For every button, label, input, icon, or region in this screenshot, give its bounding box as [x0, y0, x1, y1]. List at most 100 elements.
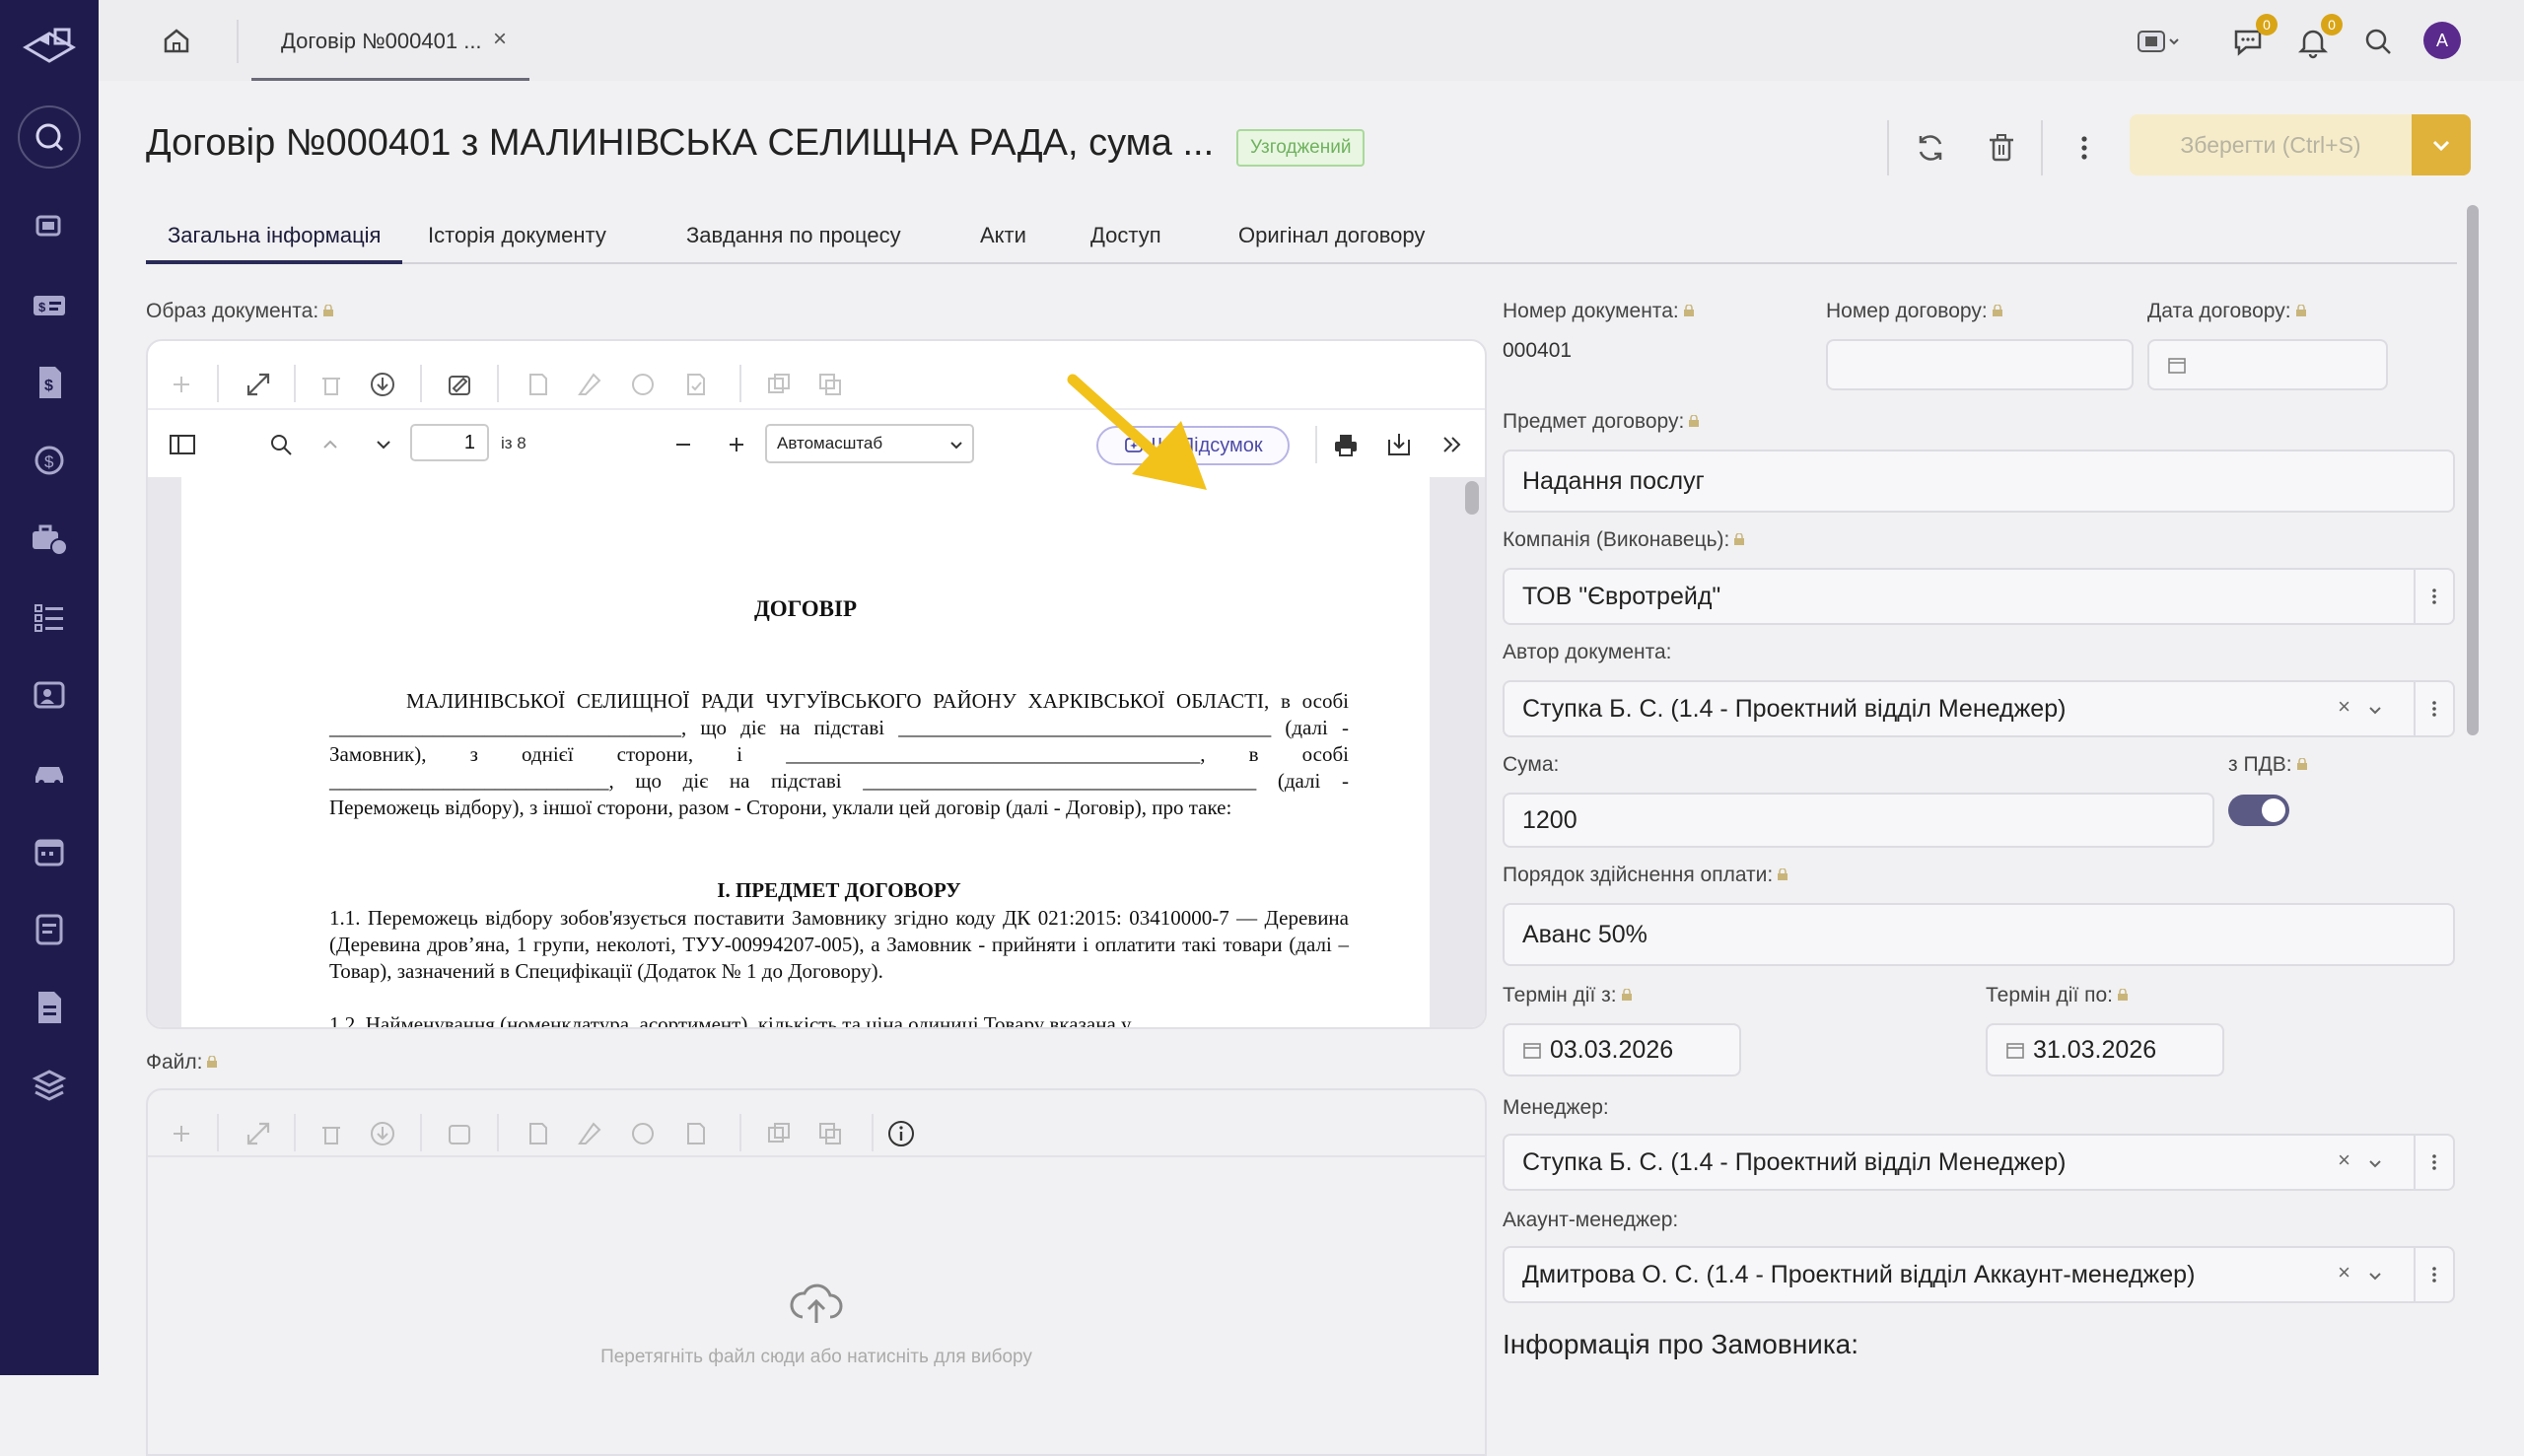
sign-off-icon[interactable]: [627, 369, 659, 400]
trash-icon[interactable]: [316, 369, 347, 400]
sidebar-search-button[interactable]: [18, 105, 81, 169]
plus-icon[interactable]: [166, 369, 197, 400]
sidebar-item-invoices[interactable]: $: [30, 363, 69, 402]
clear-account-manager-icon[interactable]: ×: [2338, 1260, 2350, 1285]
sidebar-item-reports[interactable]: [30, 988, 69, 1027]
author-menu-button[interactable]: [2414, 682, 2453, 735]
svg-text:$: $: [44, 452, 54, 471]
file-dropzone[interactable]: Перетягніть файл сюди або натисніть для …: [146, 1088, 1487, 1456]
tab-original-contract[interactable]: Оригінал договору: [1217, 211, 1446, 264]
contract-number-label-text: Номер договору:: [1826, 300, 1988, 322]
account-manager-menu-button[interactable]: [2414, 1248, 2453, 1301]
info-icon[interactable]: [885, 1118, 917, 1149]
tab-acts[interactable]: Акти: [958, 211, 1048, 264]
sign-icon[interactable]: [444, 369, 475, 400]
sidebar-item-tasks[interactable]: [30, 597, 69, 637]
manager-menu-button[interactable]: [2414, 1136, 2453, 1189]
sidebar-item-payments[interactable]: $: [30, 286, 69, 325]
zoom-out-icon[interactable]: [668, 430, 698, 459]
contract-number-label: Номер договору:: [1826, 300, 2003, 323]
duplicate-icon[interactable]: [814, 369, 846, 400]
doc-image-label-text: Образ документа:: [146, 300, 318, 322]
sync-icon[interactable]: [1911, 128, 1950, 168]
account-manager-select[interactable]: Дмитрова О. С. (1.4 - Проектний відділ А…: [1503, 1246, 2455, 1303]
sidebar-item-finance[interactable]: $: [30, 441, 69, 480]
sidebar-item-notes[interactable]: [30, 910, 69, 949]
download-icon[interactable]: [367, 369, 398, 400]
send-icon[interactable]: [523, 1118, 554, 1149]
sum-input[interactable]: 1200: [1503, 793, 2214, 848]
sidebar-item-documents[interactable]: [30, 207, 69, 246]
tab-process-tasks[interactable]: Завдання по процесу: [665, 211, 923, 264]
chevron-down-icon[interactable]: [2366, 1268, 2384, 1285]
valid-to-label-text: Термін дії по:: [1986, 984, 2113, 1006]
home-icon[interactable]: [158, 22, 195, 59]
logo-icon[interactable]: [22, 26, 77, 69]
company-select[interactable]: ТОВ "Євротрейд": [1503, 568, 2455, 625]
payment-textarea[interactable]: Аванс 50%: [1503, 903, 2455, 966]
tab-general-info[interactable]: Загальна інформація: [146, 211, 402, 264]
save-options-dropdown[interactable]: [2412, 114, 2471, 175]
pdf-canvas-area[interactable]: ДОГОВІР МАЛИНІВСЬКОЇ СЕЛИЩНОЇ РАДИ ЧУГУЇ…: [148, 477, 1487, 1029]
sidebar-item-calendar[interactable]: [30, 832, 69, 871]
pdf-section-heading: І. ПРЕДМЕТ ДОГОВОРУ: [329, 877, 1349, 904]
sidebar-item-contacts[interactable]: [30, 675, 69, 715]
screen-record-dropdown[interactable]: [2135, 22, 2174, 61]
vat-toggle[interactable]: [2228, 795, 2289, 826]
sidebar-toggle-icon[interactable]: [168, 430, 197, 459]
valid-to-input[interactable]: 31.03.2026: [1986, 1023, 2224, 1076]
chevron-down-icon[interactable]: [2366, 1155, 2384, 1173]
valid-from-input[interactable]: 03.03.2026: [1503, 1023, 1741, 1076]
chat-button[interactable]: 0: [2228, 22, 2268, 61]
print-icon[interactable]: [1331, 430, 1361, 459]
sign-icon[interactable]: [444, 1118, 475, 1149]
manager-select[interactable]: Ступка Б. С. (1.4 - Проектний відділ Мен…: [1503, 1134, 2455, 1191]
open-document-tab[interactable]: Договір №000401 ... ×: [251, 0, 529, 81]
chevron-down-icon[interactable]: [2366, 702, 2384, 720]
save-button[interactable]: Зберегти (Ctrl+S): [2130, 114, 2412, 175]
company-menu-button[interactable]: [2414, 570, 2453, 623]
copy-icon[interactable]: [763, 1118, 795, 1149]
zoom-select[interactable]: Автомасштаб: [765, 424, 974, 463]
send-icon[interactable]: [523, 369, 554, 400]
prev-page-icon[interactable]: [316, 430, 345, 459]
copy-icon[interactable]: [763, 369, 795, 400]
subject-textarea[interactable]: Надання послуг: [1503, 450, 2455, 513]
global-search-button[interactable]: [2358, 22, 2398, 61]
zoom-in-icon[interactable]: [722, 430, 751, 459]
pen-icon[interactable]: [574, 1118, 605, 1149]
next-page-icon[interactable]: [369, 430, 398, 459]
expand-icon[interactable]: [243, 369, 274, 400]
sidebar-item-layers[interactable]: [30, 1066, 69, 1105]
sidebar-item-projects[interactable]: [30, 520, 69, 559]
main-scrollbar[interactable]: [2467, 205, 2479, 735]
close-tab-icon[interactable]: ×: [493, 26, 507, 53]
page-number-input[interactable]: 1: [410, 424, 489, 461]
save-to-disk-icon[interactable]: [1384, 430, 1414, 459]
contract-number-input[interactable]: [1826, 339, 2134, 390]
pdf-scrollbar[interactable]: [1465, 481, 1479, 515]
pen-icon[interactable]: [574, 369, 605, 400]
clear-author-icon[interactable]: ×: [2338, 694, 2350, 720]
tab-document-history[interactable]: Історія документу: [406, 211, 628, 264]
tab-access[interactable]: Доступ: [1069, 211, 1183, 264]
notifications-button[interactable]: 0: [2293, 22, 2333, 61]
account-manager-label: Акаунт-менеджер:: [1503, 1209, 1678, 1232]
download-icon[interactable]: [367, 1118, 398, 1149]
doc-check-icon[interactable]: [680, 369, 712, 400]
double-chevron-right-icon[interactable]: [1437, 430, 1467, 459]
trash-icon[interactable]: [1982, 128, 2021, 168]
contract-date-input[interactable]: [2147, 339, 2388, 390]
clear-manager-icon[interactable]: ×: [2338, 1147, 2350, 1173]
pdf-search-icon[interactable]: [266, 430, 296, 459]
duplicate-icon[interactable]: [814, 1118, 846, 1149]
author-select[interactable]: Ступка Б. С. (1.4 - Проектний відділ Мен…: [1503, 680, 2455, 737]
user-avatar[interactable]: A: [2423, 22, 2461, 59]
doc-check-icon[interactable]: [680, 1118, 712, 1149]
expand-icon[interactable]: [243, 1118, 274, 1149]
sidebar-item-transport[interactable]: [30, 753, 69, 793]
plus-icon[interactable]: [166, 1118, 197, 1149]
trash-icon[interactable]: [316, 1118, 347, 1149]
sign-off-icon[interactable]: [627, 1118, 659, 1149]
more-vertical-icon[interactable]: [2065, 128, 2104, 168]
